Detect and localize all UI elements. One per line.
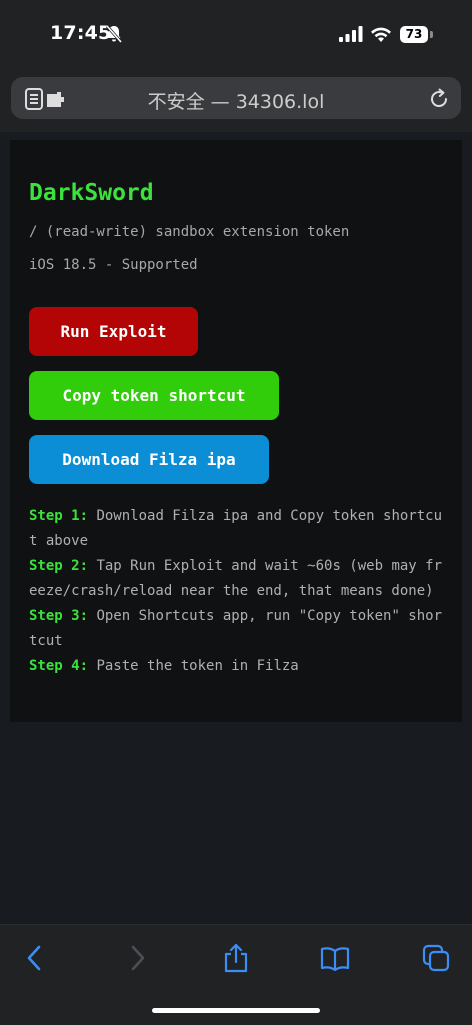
- battery-icon: 73: [400, 26, 434, 43]
- step-text: Open Shortcuts app, run "Copy token" sho…: [29, 608, 443, 649]
- page-subtitle: / (read-write) sandbox extension token: [29, 224, 350, 240]
- download-filza-button[interactable]: Download Filza ipa: [29, 435, 269, 484]
- step-item: Step 4: Paste the token in Filza: [29, 654, 449, 679]
- url-text: 不安全 — 34306.lol: [147, 91, 325, 113]
- copy-token-shortcut-button[interactable]: Copy token shortcut: [29, 371, 279, 420]
- support-text: iOS 18.5 - Supported: [29, 257, 198, 273]
- run-exploit-button[interactable]: Run Exploit: [29, 307, 198, 356]
- signal-icon: [339, 26, 363, 42]
- step-item: Step 2: Tap Run Exploit and wait ~60s (w…: [29, 554, 449, 604]
- home-indicator: [152, 1008, 320, 1013]
- step-label: Step 1:: [29, 508, 89, 524]
- wifi-icon: [371, 27, 391, 42]
- step-label: Step 4:: [29, 658, 89, 674]
- step-text: Download Filza ipa and Copy token shortc…: [29, 508, 443, 549]
- status-time: 17:45: [50, 22, 112, 44]
- bookmarks-icon[interactable]: [320, 943, 350, 973]
- forward-icon[interactable]: [122, 943, 152, 973]
- page-card: DarkSword / (read-write) sandbox extensi…: [10, 140, 462, 722]
- step-label: Step 3:: [29, 608, 89, 624]
- step-text: Tap Run Exploit and wait ~60s (web may f…: [29, 558, 443, 599]
- page-title: DarkSword: [29, 180, 154, 206]
- step-item: Step 3: Open Shortcuts app, run "Copy to…: [29, 604, 449, 654]
- tabs-icon[interactable]: [421, 943, 451, 973]
- address-bar[interactable]: 不安全 — 34306.lol: [11, 77, 461, 119]
- step-item: Step 1: Download Filza ipa and Copy toke…: [29, 504, 449, 554]
- step-text: Paste the token in Filza: [88, 658, 299, 674]
- reload-icon[interactable]: [428, 88, 450, 110]
- battery-level: 73: [400, 26, 428, 43]
- browser-address-area: 不安全 — 34306.lol: [0, 70, 472, 132]
- step-label: Step 2:: [29, 558, 89, 574]
- steps-list: Step 1: Download Filza ipa and Copy toke…: [29, 504, 449, 679]
- share-icon[interactable]: [221, 943, 251, 973]
- status-bar: 17:45 73: [0, 0, 472, 70]
- bell-slash-icon: [105, 25, 123, 43]
- back-icon[interactable]: [20, 943, 50, 973]
